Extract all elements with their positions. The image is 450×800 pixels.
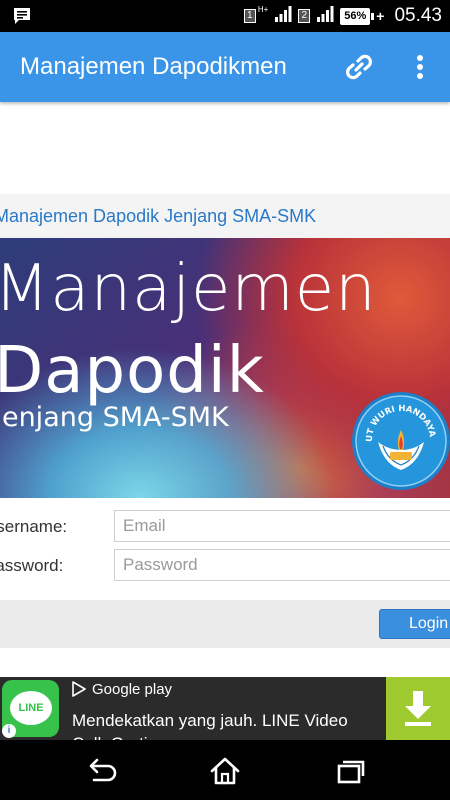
password-label: Password: <box>0 556 64 575</box>
ad-install-button[interactable] <box>386 677 450 740</box>
banner-title-line2: Dapodik <box>0 334 265 408</box>
recents-icon[interactable] <box>330 754 370 788</box>
password-input[interactable] <box>114 549 450 581</box>
banner-title-line1: Manajemen <box>0 252 377 326</box>
google-play-label: Google play <box>92 680 173 698</box>
app-bar: Manajemen Dapodikmen <box>0 32 450 102</box>
back-icon[interactable] <box>82 754 122 788</box>
sim1-indicator: 1 <box>243 9 256 23</box>
more-vert-icon[interactable] <box>408 50 432 84</box>
banner-subtitle: Jenjang SMA-SMK <box>0 402 229 433</box>
ad-banner[interactable]: LINE i Google play Mendekatkan yang jauh… <box>0 677 450 740</box>
battery-percent: 56% <box>340 7 371 25</box>
screen: 1 H+ 2 56% + 05.43 Manajemen Dapodikmen … <box>0 0 450 800</box>
page-title: Manajemen Dapodik Jenjang SMA-SMK <box>0 206 317 226</box>
username-label: Username: <box>0 517 68 536</box>
network-type: H+ <box>257 4 269 14</box>
page-header: Manajemen Dapodik Jenjang SMA-SMK <box>0 194 450 238</box>
link-icon[interactable] <box>342 50 376 84</box>
navigation-bar <box>0 740 450 800</box>
email-input[interactable] <box>114 510 450 542</box>
login-bar: Login <box>0 600 450 648</box>
clock: 05.43 <box>394 5 442 26</box>
download-icon <box>405 691 431 726</box>
line-logo-text: LINE <box>10 691 52 725</box>
sim2-indicator: 2 <box>298 9 311 23</box>
battery-icon: 56% + <box>340 7 385 25</box>
banner-image: Manajemen Dapodik Jenjang SMA-SMK TUT WU… <box>0 238 450 498</box>
login-button[interactable]: Login <box>379 609 450 639</box>
tut-wuri-handayani-logo-icon: TUT WURI HANDAYANI <box>346 383 450 492</box>
signal-icon <box>316 5 334 28</box>
chat-bubble-icon <box>12 6 32 31</box>
app-title: Manajemen Dapodikmen <box>20 53 287 80</box>
ad-info-icon[interactable]: i <box>2 724 16 738</box>
google-play-icon <box>72 681 86 697</box>
ad-text[interactable]: Mendekatkan yang jauh. LINE Video Call. … <box>72 709 382 740</box>
signal-icon <box>274 5 292 28</box>
charging-icon: + <box>376 8 385 24</box>
status-bar: 1 H+ 2 56% + 05.43 <box>0 0 450 32</box>
home-icon[interactable] <box>205 754 245 788</box>
google-play-badge: Google play <box>72 679 172 699</box>
